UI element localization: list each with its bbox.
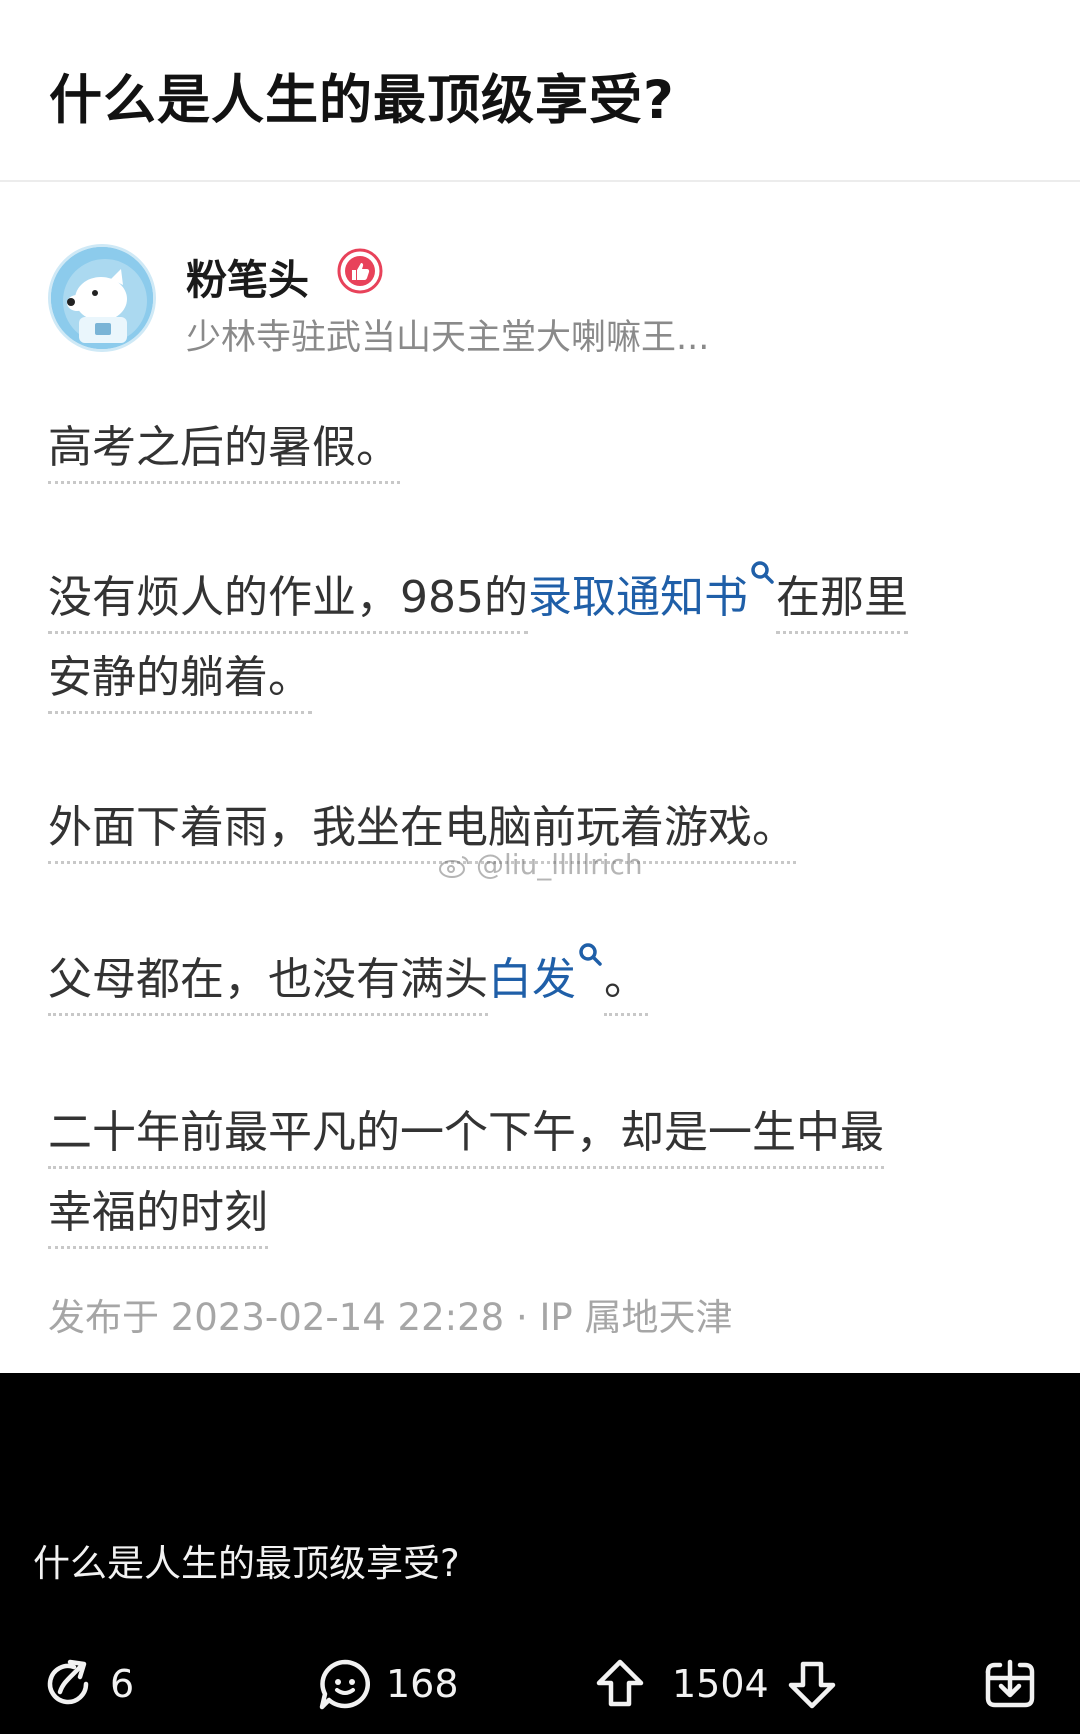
watermark-text: @liu_lllllrich — [476, 848, 643, 881]
comment-icon — [319, 1659, 371, 1710]
author-row: 粉笔头 少林寺驻武当山天主堂大喇嘛王... — [0, 240, 1080, 360]
screen: 什么是人生的最顶级享受? 粉笔头 少林寺驻武当山天主堂大喇嘛王... 高考之后的… — [0, 0, 1080, 1734]
keyword-link-text[interactable]: 白发 — [488, 954, 576, 1005]
share-icon — [47, 1659, 89, 1705]
weibo-logo-icon — [439, 856, 470, 878]
answer-paragraph: 二十年前最平凡的一个下午，却是一生中最 幸福的时刻 — [48, 1093, 884, 1253]
keyword-link-text[interactable]: 录取通知书 — [528, 572, 748, 623]
answer-paragraph: 高考之后的暑假。 — [48, 408, 400, 488]
share-count: 6 — [110, 1662, 135, 1706]
downvote-button[interactable] — [786, 1650, 846, 1720]
action-bar: 6 168 1504 — [0, 1650, 1080, 1720]
watermark: @liu_lllllrich — [438, 848, 643, 881]
paragraph-text: 。 — [604, 954, 648, 1016]
paragraph-text: 在那里 — [775, 572, 908, 634]
author-name[interactable]: 粉笔头 — [186, 246, 309, 306]
save-button[interactable] — [982, 1650, 1042, 1720]
paragraph-text: 二十年前最平凡的一个下午，却是一生中最 — [48, 1107, 884, 1169]
paragraph-text: 安静的躺着。 — [48, 652, 312, 714]
paragraph-text: 高考之后的暑假。 — [48, 422, 400, 484]
upvote-arrow-icon — [596, 1659, 644, 1707]
author-avatar[interactable] — [48, 244, 156, 352]
paragraph-text: 没有烦人的作业，985的 — [48, 572, 528, 634]
answer-paragraph: 外面下着雨，我坐在电脑前玩着游戏。 — [48, 788, 796, 868]
dog-astronaut-avatar-icon — [51, 247, 153, 349]
answer-paragraph: 没有烦人的作业，985的录取通知书 在那里安静的躺着。 — [48, 558, 908, 718]
question-header: 什么是人生的最顶级享受? — [0, 0, 1080, 182]
comment-button[interactable]: 168 — [318, 1650, 459, 1720]
question-title[interactable]: 什么是人生的最顶级享受? — [49, 58, 675, 134]
post-caption[interactable]: 什么是人生的最顶级享受? — [33, 1533, 460, 1587]
upvote-count: 1504 — [672, 1662, 769, 1706]
share-button[interactable]: 6 — [42, 1650, 152, 1720]
comment-count: 168 — [386, 1662, 459, 1706]
search-icon — [579, 943, 602, 966]
paragraph-text: 父母都在，也没有满头 — [48, 954, 488, 1016]
upvote-button[interactable] — [594, 1650, 654, 1720]
paragraph-text: 外面下着雨，我坐在电脑前玩着游戏。 — [48, 802, 796, 864]
thumbs-up-badge-icon — [337, 248, 383, 294]
keyword-link-admission-letter[interactable]: 录取通知书 — [528, 561, 776, 623]
paragraph-text: 幸福的时刻 — [48, 1187, 268, 1249]
answer-paragraph: 父母都在，也没有满头白发。 — [48, 940, 648, 1020]
keyword-link-white-hair[interactable]: 白发 — [488, 943, 604, 1005]
downvote-arrow-icon — [788, 1661, 836, 1709]
post-meta: 发布于 2023-02-14 22:28 · IP 属地天津 — [48, 1296, 733, 1339]
author-bio: 少林寺驻武当山天主堂大喇嘛王... — [186, 318, 710, 358]
answer-screenshot: 什么是人生的最顶级享受? 粉笔头 少林寺驻武当山天主堂大喇嘛王... 高考之后的… — [0, 0, 1080, 1373]
download-icon — [985, 1659, 1035, 1708]
search-icon — [751, 561, 774, 584]
